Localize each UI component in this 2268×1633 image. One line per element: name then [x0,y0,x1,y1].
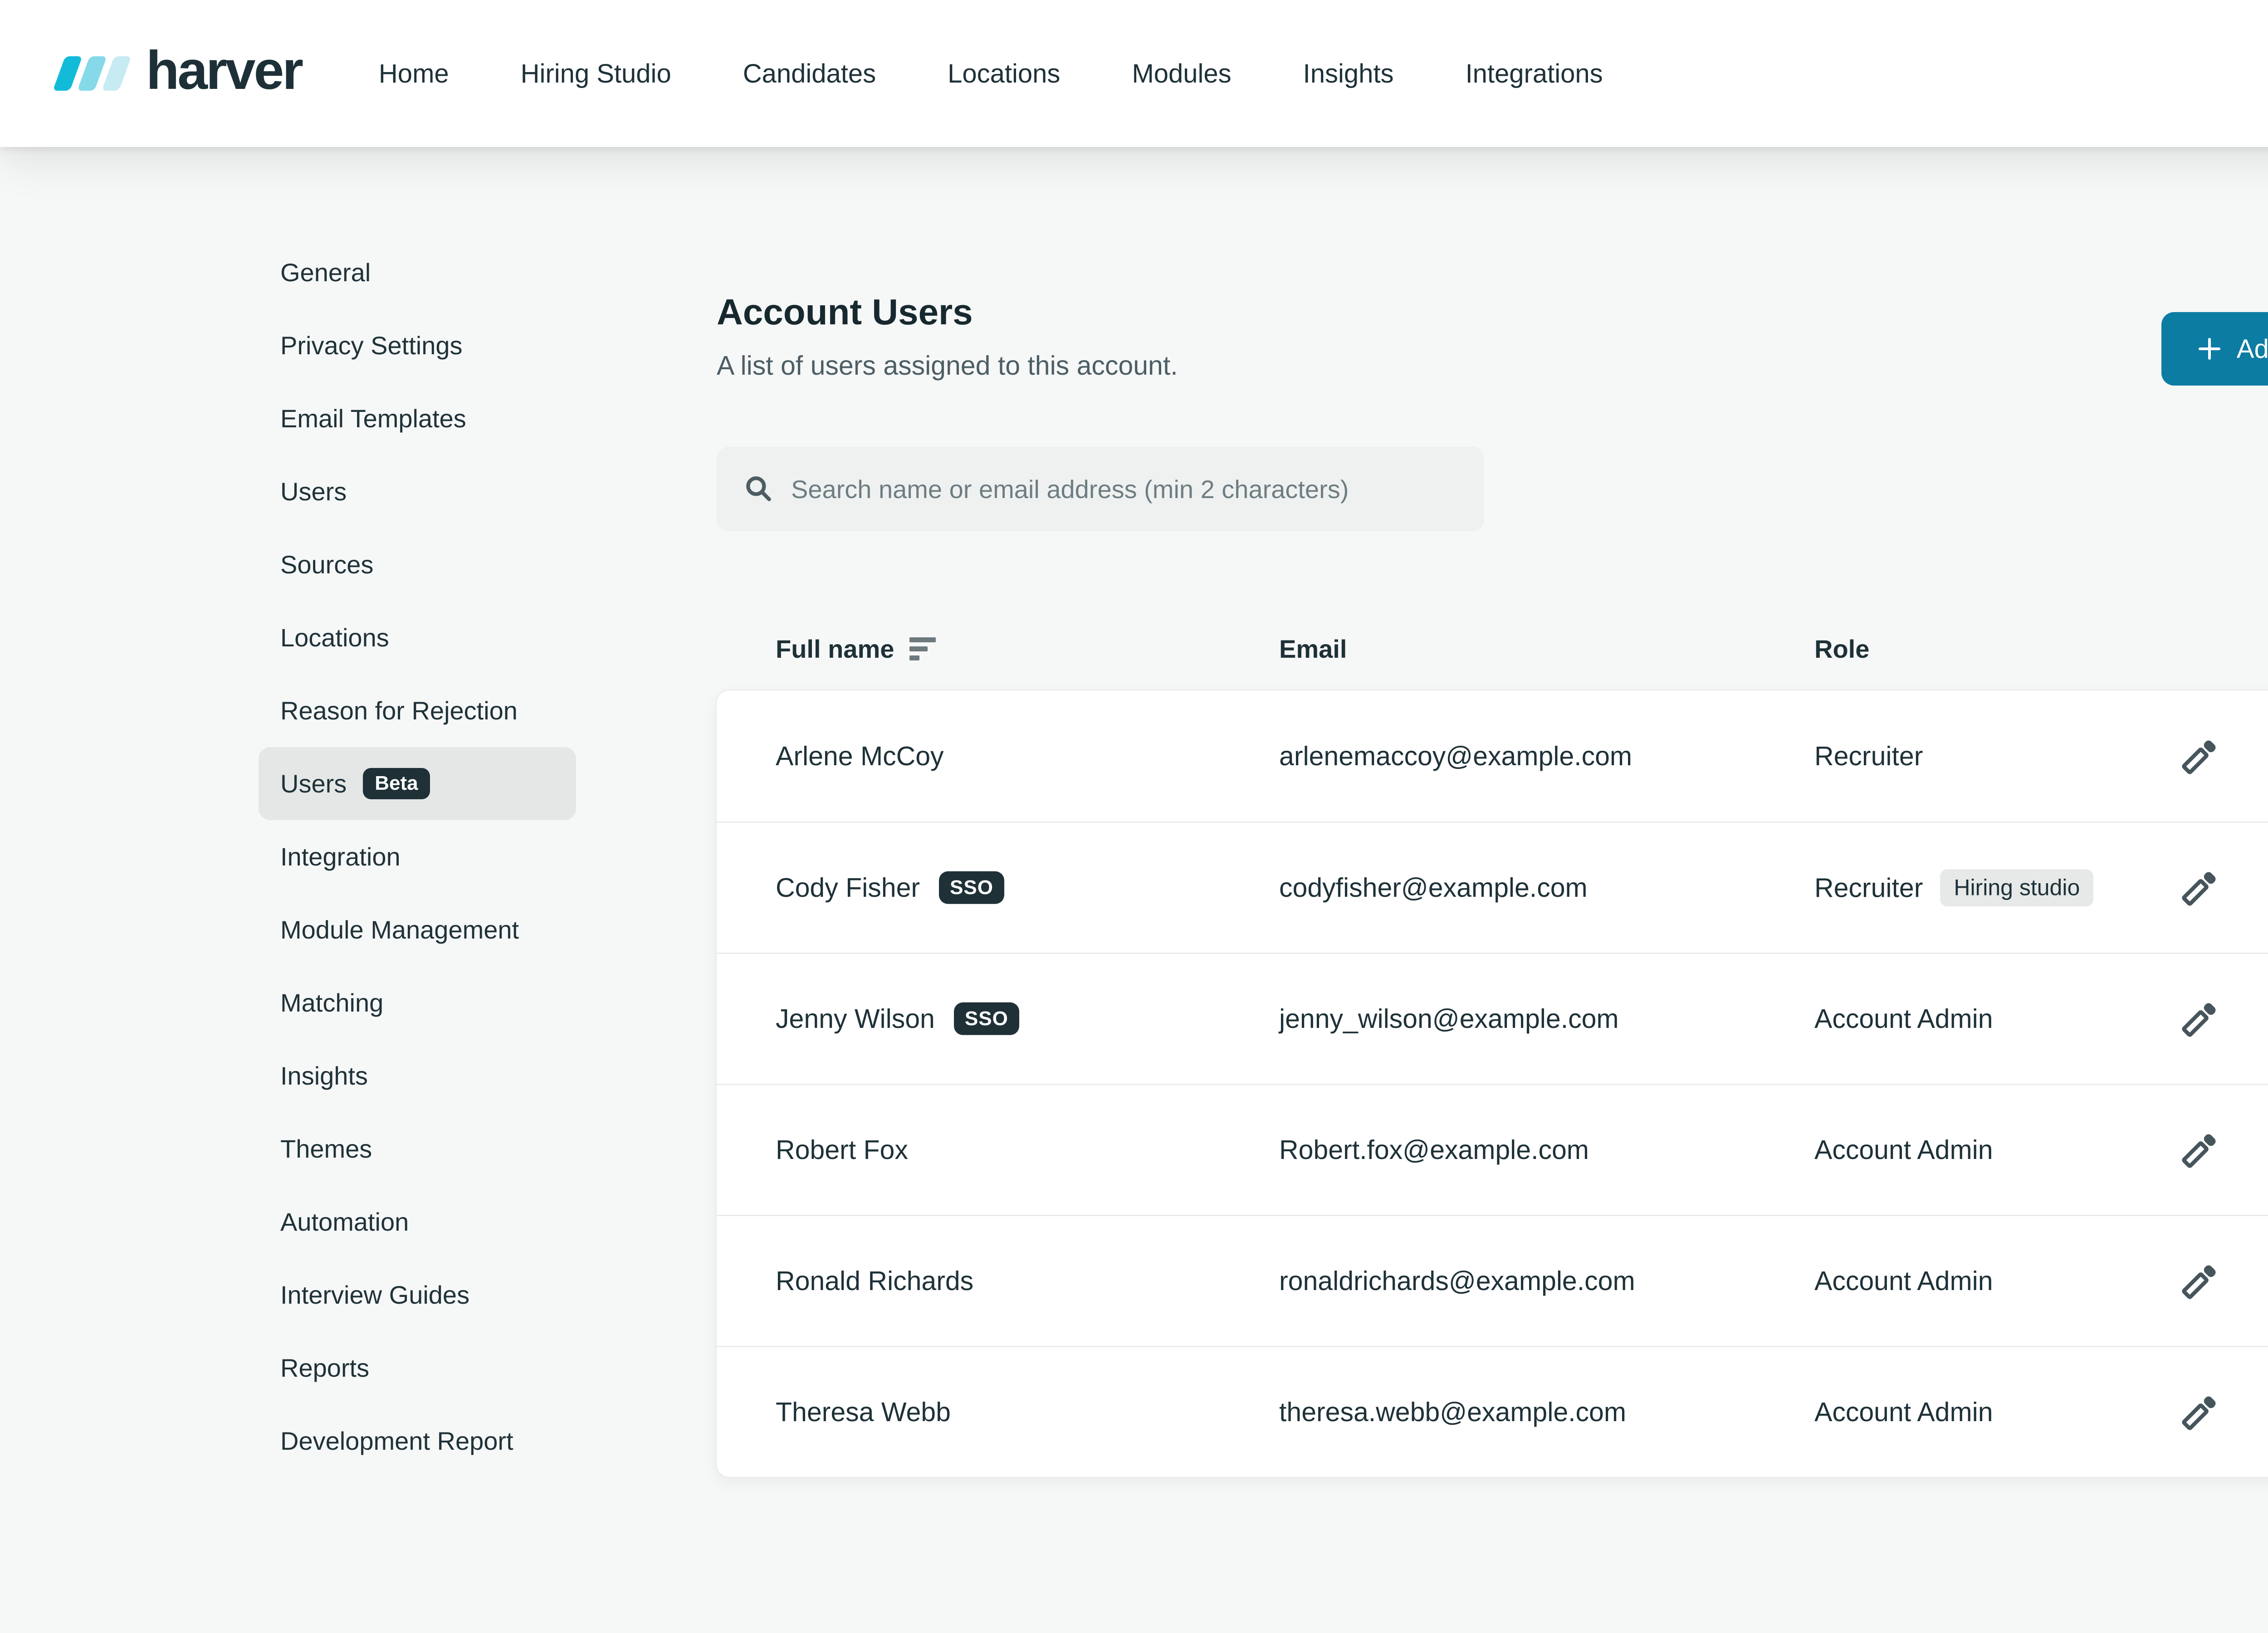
user-email-cell: theresa.webb@example.com [1279,1397,1626,1427]
pencil-icon [2182,872,2216,906]
pencil-icon [2182,740,2216,774]
sidebar-item-privacy-settings[interactable]: Privacy Settings [259,309,576,382]
pencil-icon [2182,1396,2216,1430]
edit-user-button[interactable] [2175,863,2225,913]
sidebar-item-themes[interactable]: Themes [259,1112,576,1185]
sidebar-item-automation[interactable]: Automation [259,1185,576,1258]
sidebar-item-locations[interactable]: Locations [259,601,576,674]
delete-user-button[interactable] [2263,731,2268,781]
column-header-full-name: Full name [776,634,936,664]
user-email-cell: jenny_wilson@example.com [1279,1004,1619,1034]
delete-user-button[interactable] [2263,1387,2268,1437]
nav-insights[interactable]: Insights [1303,59,1394,89]
column-header-role: Role [1814,635,1870,663]
sidebar-item-development-report[interactable]: Development Report [259,1404,576,1477]
user-name-cell: Theresa Webb [776,1397,951,1427]
sidebar-item-reason-for-rejection[interactable]: Reason for Rejection [259,674,576,747]
pencil-icon [2182,1265,2216,1299]
user-name-cell: Jenny Wilson SSO [776,1002,1019,1036]
user-email-cell: ronaldrichards@example.com [1279,1266,1635,1296]
user-role-cell: Account Admin [1814,1135,1993,1165]
edit-user-button[interactable] [2175,1125,2225,1175]
sidebar-item-sources[interactable]: Sources [259,528,576,601]
user-role-cell: Account Admin [1814,1004,1993,1034]
pencil-icon [2182,1134,2216,1168]
edit-user-button[interactable] [2175,1387,2225,1437]
harver-logo-icon [53,56,132,91]
page-subtitle: A list of users assigned to this account… [717,351,1178,381]
sidebar-item-reports[interactable]: Reports [259,1331,576,1404]
table-row: Theresa Webb theresa.webb@example.com Ac… [717,1346,2268,1477]
delete-user-button[interactable] [2263,994,2268,1044]
table-row: Robert Fox Robert.fox@example.com Accoun… [717,1084,2268,1215]
page-title: Account Users [717,292,973,332]
table-row: Arlene McCoy arlenemaccoy@example.com Re… [717,690,2268,821]
edit-user-button[interactable] [2175,731,2225,781]
sidebar-item-users-beta[interactable]: Users Beta [259,747,576,820]
add-user-button[interactable]: Add user [2161,312,2268,386]
table-row: Ronald Richards ronaldrichards@example.c… [717,1215,2268,1346]
nav-locations[interactable]: Locations [948,59,1060,89]
users-table: Arlene McCoy arlenemaccoy@example.com Re… [716,689,2268,1478]
sidebar-item-general[interactable]: General [259,236,576,309]
delete-user-button[interactable] [2263,863,2268,913]
user-name-cell: Cody Fisher SSO [776,871,1004,905]
nav-integrations[interactable]: Integrations [1466,59,1603,89]
nav-modules[interactable]: Modules [1132,59,1231,89]
user-role-cell: Recruiter [1814,741,1923,771]
brand-name: harver [146,40,303,101]
user-role-cell: Recruiter Hiring studio [1814,869,2094,906]
sidebar-item-insights[interactable]: Insights [259,1039,576,1112]
user-search [717,447,1484,531]
edit-user-button[interactable] [2175,994,2225,1044]
sidebar-item-matching[interactable]: Matching [259,966,576,1039]
nav-home[interactable]: Home [379,59,449,89]
user-email-cell: Robert.fox@example.com [1279,1135,1589,1165]
delete-user-button[interactable] [2263,1256,2268,1306]
user-role-cell: Account Admin [1814,1266,1993,1296]
harver-logo: harver [53,40,303,104]
search-input[interactable] [791,474,1457,504]
edit-user-button[interactable] [2175,1256,2225,1306]
sidebar-item-email-templates[interactable]: Email Templates [259,382,576,455]
user-name-cell: Ronald Richards [776,1266,974,1296]
add-user-label: Add user [2236,334,2268,364]
search-icon [746,476,771,501]
sso-badge: SSO [953,1002,1019,1036]
user-role-cell: Account Admin [1814,1397,1993,1427]
plus-icon [2198,338,2220,360]
user-email-cell: arlenemaccoy@example.com [1279,741,1633,771]
settings-sidebar: General Privacy Settings Email Templates… [259,236,576,1477]
nav-hiring-studio[interactable]: Hiring Studio [521,59,671,89]
hiring-studio-badge: Hiring studio [1940,869,2094,906]
table-row: Jenny Wilson SSO jenny_wilson@example.co… [717,953,2268,1084]
user-name-cell: Robert Fox [776,1135,908,1165]
beta-badge: Beta [363,768,430,799]
sso-badge: SSO [939,871,1004,905]
primary-nav: Home Hiring Studio Candidates Locations … [379,59,1603,89]
sidebar-item-interview-guides[interactable]: Interview Guides [259,1258,576,1331]
sidebar-item-integration[interactable]: Integration [259,820,576,893]
table-row: Cody Fisher SSO codyfisher@example.com R… [717,821,2268,953]
top-navigation: harver Home Hiring Studio Candidates Loc… [0,0,2268,147]
nav-candidates[interactable]: Candidates [743,59,876,89]
user-email-cell: codyfisher@example.com [1279,873,1588,903]
sidebar-item-module-management[interactable]: Module Management [259,893,576,966]
sort-icon[interactable] [909,637,936,660]
user-name-cell: Arlene McCoy [776,741,944,771]
sidebar-item-users[interactable]: Users [259,455,576,528]
column-header-email: Email [1279,635,1347,663]
pencil-icon [2182,1003,2216,1037]
delete-user-button[interactable] [2263,1125,2268,1175]
table-header: Full name Email Role [717,634,2268,675]
